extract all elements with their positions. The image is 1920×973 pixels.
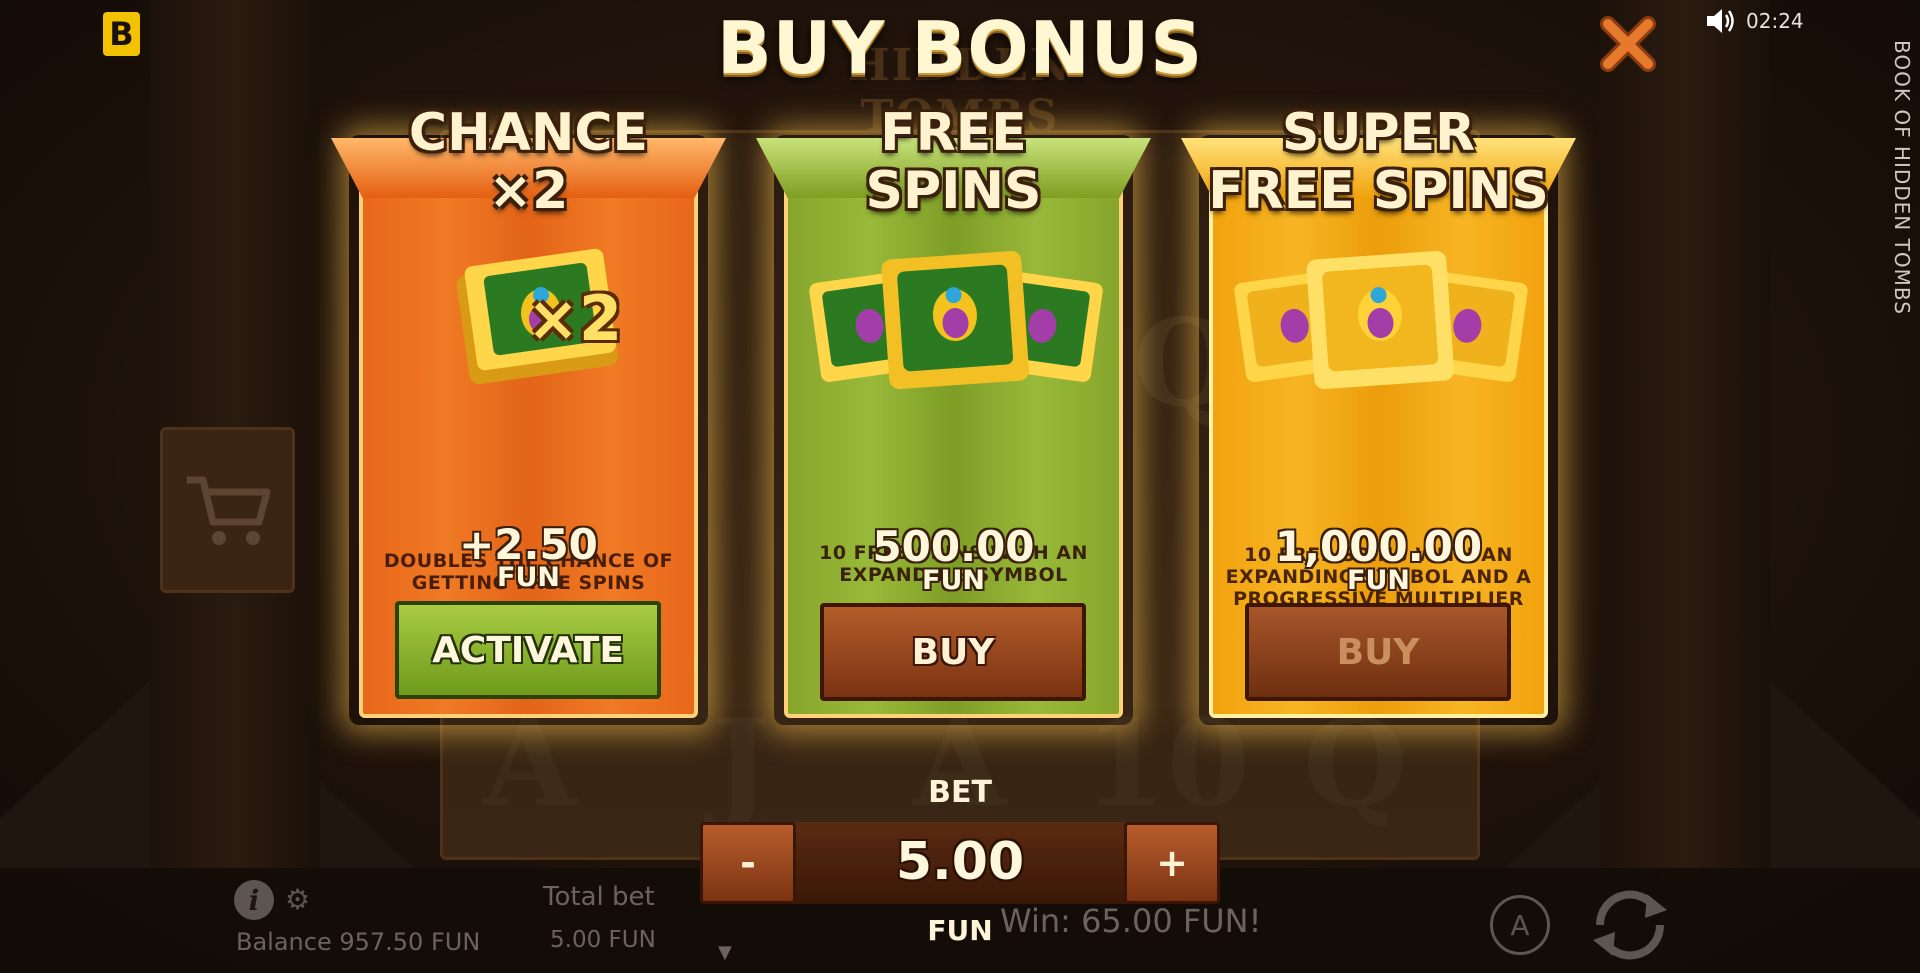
card-price: 500.00: [872, 522, 1035, 571]
shop-cart-button[interactable]: [160, 427, 295, 593]
card-heading-line1: FREE: [880, 103, 1027, 163]
card-heading: SUPER FREE SPINS: [1181, 104, 1576, 220]
card-heading: CHANCE ×2: [331, 104, 726, 220]
card-heading-line1: SUPER: [1281, 103, 1476, 163]
bet-label: BET: [928, 775, 992, 810]
card-heading-line2: ×2: [488, 161, 569, 221]
cart-icon: [186, 476, 270, 545]
card-heading: FREE SPINS: [756, 104, 1151, 220]
sound-icon[interactable]: [1705, 7, 1735, 35]
card-heading-line2: FREE SPINS: [1208, 161, 1549, 221]
bonus-card-chance-x2: CHANCE ×2 ×2 DOUBLES THE CHANCE OF GETTI…: [331, 104, 726, 730]
pillar-right: [1600, 0, 1770, 880]
golden-scarab-books-icon: [1234, 250, 1528, 390]
multiplier-badge: ×2: [527, 282, 623, 355]
game-name-vertical: BOOK OF HIDDEN TOMBS: [1890, 40, 1914, 315]
bet-currency: FUN: [927, 914, 993, 947]
scarab-books-icon: [809, 250, 1103, 390]
card-heading-line2: SPINS: [865, 161, 1042, 221]
card-price: 1,000.00: [1274, 522, 1483, 571]
bonus-card-super-free-spins: SUPER FREE SPINS 10 FREE SPINS WITH AN E…: [1181, 104, 1576, 730]
card-currency: FUN: [497, 562, 560, 593]
activate-button[interactable]: ACTIVATE: [395, 601, 661, 699]
bet-value: 5.00: [895, 832, 1025, 892]
card-currency: FUN: [1347, 565, 1410, 596]
close-icon[interactable]: [1598, 14, 1658, 74]
card-heading-line1: CHANCE: [408, 103, 649, 163]
bonus-card-free-spins: FREE SPINS 10 FREE SPINS WITH AN EXPANDI…: [756, 104, 1151, 730]
buy-free-spins-button[interactable]: BUY: [820, 603, 1086, 701]
card-currency: FUN: [922, 565, 985, 596]
buy-super-free-spins-button[interactable]: BUY: [1245, 603, 1511, 701]
clock: 02:24: [1746, 9, 1804, 33]
